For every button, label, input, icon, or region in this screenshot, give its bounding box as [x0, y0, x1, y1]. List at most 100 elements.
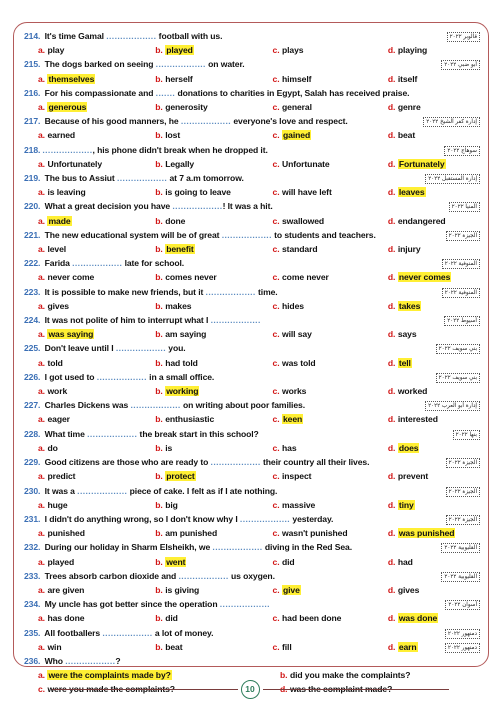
option-d[interactable]: d. endangered — [388, 214, 484, 228]
option-a[interactable]: a. generous — [38, 100, 155, 114]
option-b[interactable]: b. done — [155, 214, 272, 228]
option-a[interactable]: a. are given — [38, 583, 155, 597]
option-c[interactable]: c. works — [273, 384, 388, 398]
option-b[interactable]: b. did — [155, 611, 272, 625]
option-c[interactable]: c. himself — [273, 72, 388, 86]
option-b[interactable]: b. herself — [155, 72, 272, 86]
option-c[interactable]: c. come never — [273, 270, 388, 284]
option-d[interactable]: d. had — [388, 555, 484, 569]
option-b[interactable]: b. generosity — [155, 100, 272, 114]
option-c[interactable]: c. give — [273, 583, 388, 597]
option-b[interactable]: b. is going to leave — [155, 185, 272, 199]
option-b[interactable]: b. is — [155, 441, 272, 455]
option-b[interactable]: b. went — [155, 555, 272, 569]
option-a[interactable]: a. played — [38, 555, 155, 569]
option-d[interactable]: d. does — [388, 441, 484, 455]
option-a[interactable]: a. huge — [38, 498, 155, 512]
option-b[interactable]: b. lost — [155, 128, 272, 142]
option-c[interactable]: c. was told — [273, 356, 388, 370]
stem-text-before: It is possible to make new friends, but … — [42, 286, 206, 297]
option-a[interactable]: a. punished — [38, 526, 155, 540]
option-c[interactable]: c. gained — [273, 128, 388, 142]
option-d[interactable]: d. genre — [388, 100, 484, 114]
option-d[interactable]: d. tiny — [388, 498, 484, 512]
option-a[interactable]: a. told — [38, 356, 155, 370]
option-c[interactable]: c. has — [273, 441, 388, 455]
option-b[interactable]: b. benefit — [155, 242, 272, 256]
option-d[interactable]: d. tell — [388, 356, 484, 370]
option-d[interactable]: d. takes — [388, 299, 484, 313]
option-d[interactable]: d. was done — [388, 611, 484, 625]
option-c[interactable]: c. standard — [273, 242, 388, 256]
question-221: 221. The new educational system will be … — [22, 228, 484, 256]
option-b[interactable]: b. played — [155, 43, 272, 57]
option-c[interactable]: c. Unfortunate — [273, 157, 388, 171]
option-c[interactable]: c. had been done — [273, 611, 388, 625]
option-b[interactable]: b. beat — [155, 640, 272, 654]
option-c[interactable]: c. massive — [273, 498, 388, 512]
option-d[interactable]: d. leaves — [388, 185, 484, 199]
option-a[interactable]: a. play — [38, 43, 155, 57]
option-c[interactable]: c. inspect — [273, 469, 388, 483]
option-a[interactable]: a. work — [38, 384, 155, 398]
option-d[interactable]: d. itself — [388, 72, 484, 86]
option-b[interactable]: b. am punished — [155, 526, 272, 540]
option-c[interactable]: c. fill — [273, 640, 388, 654]
option-b[interactable]: b. Legally — [155, 157, 272, 171]
option-b[interactable]: b. makes — [155, 299, 272, 313]
option-d[interactable]: d. Fortunately — [388, 157, 484, 171]
option-d[interactable]: d. injury — [388, 242, 484, 256]
option-c[interactable]: c. wasn't punished — [273, 526, 388, 540]
exam-source-tag: أبو ضبي ٢٠٢٢ — [441, 60, 480, 71]
option-a[interactable]: a. predict — [38, 469, 155, 483]
options-row: a. gives b. makes c. hides d. takes — [22, 299, 484, 313]
option-text: done — [165, 215, 186, 226]
option-a[interactable]: a. earned — [38, 128, 155, 142]
option-b[interactable]: b. comes never — [155, 270, 272, 284]
option-b[interactable]: b. enthusiastic — [155, 412, 272, 426]
option-c[interactable]: c. did — [273, 555, 388, 569]
option-a[interactable]: a. win — [38, 640, 155, 654]
option-c[interactable]: c. will say — [273, 327, 388, 341]
option-a[interactable]: a. themselves — [38, 72, 155, 86]
option-a[interactable]: a. is leaving — [38, 185, 155, 199]
option-c[interactable]: c. will have left — [273, 185, 388, 199]
option-d[interactable]: d. gives — [388, 583, 484, 597]
option-c[interactable]: c. keen — [273, 412, 388, 426]
option-d[interactable]: d. says — [388, 327, 484, 341]
option-d[interactable]: d. playing — [388, 43, 484, 57]
option-a[interactable]: a. made — [38, 214, 155, 228]
option-a[interactable]: a. level — [38, 242, 155, 256]
option-text: genre — [397, 102, 421, 113]
option-a[interactable]: a. has done — [38, 611, 155, 625]
option-d[interactable]: d. never comes — [388, 270, 484, 284]
option-a[interactable]: a. was saying — [38, 327, 155, 341]
option-b[interactable]: b. protect — [155, 469, 272, 483]
option-text: generosity — [165, 102, 208, 113]
stem-text-before: During our holiday in Sharm Elsheikh, we — [42, 542, 213, 553]
option-a[interactable]: a. Unfortunately — [38, 157, 155, 171]
option-d[interactable]: d. was punished — [388, 526, 484, 540]
option-b[interactable]: b. am saying — [155, 327, 272, 341]
option-c[interactable]: c. swallowed — [273, 214, 388, 228]
option-b[interactable]: b. is giving — [155, 583, 272, 597]
option-c[interactable]: c. plays — [273, 43, 388, 57]
answer-blank: .................. — [42, 144, 93, 155]
option-a[interactable]: a. do — [38, 441, 155, 455]
option-d[interactable]: d. interested — [388, 412, 484, 426]
option-a[interactable]: a. gives — [38, 299, 155, 313]
option-b[interactable]: b. had told — [155, 356, 272, 370]
option-a[interactable]: a. eager — [38, 412, 155, 426]
option-c[interactable]: c. general — [273, 100, 388, 114]
option-d[interactable]: d. prevent — [388, 469, 484, 483]
exam-source-tag: إدارة المستقبل ٢٠٢٢ — [425, 174, 480, 185]
option-d[interactable]: d. beat — [388, 128, 484, 142]
option-letter: d. — [387, 329, 396, 340]
option-c[interactable]: c. hides — [273, 299, 388, 313]
option-a[interactable]: a. never come — [38, 270, 155, 284]
option-d[interactable]: d. worked — [388, 384, 484, 398]
option-b[interactable]: b. working — [155, 384, 272, 398]
option-text: was punished — [397, 528, 456, 539]
question-217: 217. Because of his good manners, he ...… — [22, 114, 484, 142]
option-b[interactable]: b. big — [155, 498, 272, 512]
